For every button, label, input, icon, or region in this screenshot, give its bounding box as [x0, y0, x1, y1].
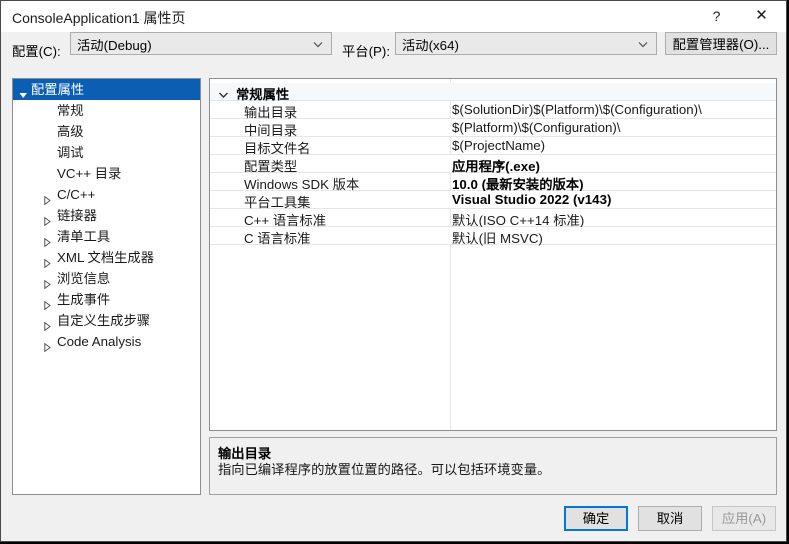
property-row[interactable]: 中间目录 $(Platform)\$(Configuration)\	[210, 119, 776, 138]
tree-item[interactable]: 调试	[13, 142, 200, 163]
property-value[interactable]: $(ProjectName)	[452, 138, 545, 153]
property-row[interactable]: C 语言标准 默认(旧 MSVC)	[210, 227, 776, 247]
tree-item[interactable]: C/C++	[13, 184, 200, 206]
platform-label: 平台(P):	[342, 44, 391, 59]
chevron-down-icon	[312, 37, 324, 49]
platform-combo-value: 活动(x64)	[402, 38, 459, 53]
cancel-button[interactable]: 取消	[638, 506, 702, 531]
help-button[interactable]: ?	[694, 1, 739, 31]
configuration-combo-value: 活动(Debug)	[77, 38, 152, 53]
tree-item[interactable]: 自定义生成步骤	[13, 310, 200, 332]
tree-item-label: 生成事件	[57, 292, 111, 307]
configuration-bar: 配置(C): 活动(Debug) 平台(P): 活动(x64) 配置管理器(O)…	[1, 32, 786, 69]
configuration-label: 配置(C):	[12, 44, 61, 59]
property-row[interactable]: 输出目录 $(SolutionDir)$(Platform)\$(Configur…	[210, 101, 776, 120]
ok-button[interactable]: 确定	[564, 506, 628, 531]
tree-expand-arrow-collapsed-icon[interactable]	[43, 232, 52, 248]
tree-item[interactable]: 配置属性	[13, 79, 200, 100]
tree-expand-arrow-collapsed-icon[interactable]	[43, 295, 52, 311]
tree-item-label: 链接器	[57, 208, 97, 223]
tree-item-label: 浏览信息	[57, 271, 111, 286]
tree-item-label: 高级	[57, 124, 84, 139]
property-row[interactable]: C++ 语言标准 默认(ISO C++14 标准)	[210, 209, 776, 228]
description-title: 输出目录	[218, 446, 272, 461]
page-title: ConsoleApplication1 属性页	[12, 10, 186, 26]
platform-combo[interactable]: 活动(x64)	[395, 32, 657, 55]
configuration-tree[interactable]: 配置属性常规高级调试 VC++ 目录 C/C++ 链接器清单工具 XML 文档生成器 浏览…	[12, 78, 201, 495]
property-row[interactable]: 目标文件名 $(ProjectName)	[210, 137, 776, 156]
tree-item[interactable]: 清单工具	[13, 226, 200, 248]
apply-button[interactable]: 应用(A)	[712, 506, 776, 531]
tree-item-label: 自定义生成步骤	[57, 313, 151, 328]
property-value[interactable]: $(SolutionDir)$(Platform)\$(Configuratio…	[452, 102, 702, 117]
title-bar: ConsoleApplication1 属性页 ? ✕	[1, 1, 786, 32]
property-row[interactable]: 配置类型 应用程序(.exe)	[210, 155, 776, 174]
tree-item[interactable]: 常规	[13, 100, 200, 121]
description-panel: 输出目录 指向已编译程序的放置位置的路径。可以包括环境变量。	[209, 437, 777, 495]
tree-expand-arrow-collapsed-icon[interactable]	[43, 190, 52, 206]
tree-expand-arrow-collapsed-icon[interactable]	[43, 337, 52, 353]
property-grid[interactable]: 常规属性 输出目录 $(SolutionDir)$(Platform)\$(Conf…	[209, 78, 777, 431]
property-name: C 语言标准	[244, 231, 311, 246]
property-value[interactable]: Visual Studio 2022 (v143)	[452, 192, 611, 207]
configuration-manager-button[interactable]: 配置管理器(O)...	[665, 32, 777, 55]
tree-item-label: 清单工具	[57, 229, 111, 244]
tree-expand-arrow-collapsed-icon[interactable]	[43, 274, 52, 290]
tree-expand-arrow-collapsed-icon[interactable]	[43, 211, 52, 227]
close-button[interactable]: ✕	[739, 1, 784, 31]
tree-item-label: VC++ 目录	[57, 166, 122, 181]
configuration-combo[interactable]: 活动(Debug)	[70, 32, 332, 55]
property-row[interactable]: Windows SDK 版本 10.0 (最新安装的版本)	[210, 173, 776, 192]
tree-item[interactable]: 高级	[13, 121, 200, 142]
property-value[interactable]: $(Platform)\$(Configuration)\	[452, 120, 621, 135]
tree-item-label: Code Analysis	[57, 334, 142, 349]
chevron-down-icon	[637, 37, 649, 49]
tree-item[interactable]: 浏览信息	[13, 268, 200, 290]
tree-expand-arrow-collapsed-icon[interactable]	[43, 253, 52, 269]
property-pages-dialog: ConsoleApplication1 属性页 ? ✕ 配置(C): 活动(De…	[0, 0, 787, 542]
tree-item[interactable]: Code Analysis	[13, 331, 200, 353]
tree-item-label: 常规	[57, 103, 84, 118]
tree-item[interactable]: XML 文档生成器	[13, 247, 200, 269]
tree-item-label: C/C++	[57, 187, 96, 202]
property-value[interactable]: 默认(旧 MSVC)	[452, 228, 543, 247]
chevron-down-icon[interactable]	[218, 87, 229, 98]
tree-item-label: 配置属性	[31, 82, 85, 97]
tree-item[interactable]: 链接器	[13, 205, 200, 227]
tree-expand-arrow-expanded-icon[interactable]	[19, 85, 28, 98]
description-text: 指向已编译程序的放置位置的路径。可以包括环境变量。	[218, 462, 551, 477]
tree-item-label: XML 文档生成器	[57, 250, 155, 265]
tree-item[interactable]: VC++ 目录	[13, 163, 200, 184]
property-row[interactable]: 平台工具集 Visual Studio 2022 (v143)	[210, 191, 776, 210]
tree-item-label: 调试	[57, 145, 84, 160]
property-category-row[interactable]: 常规属性	[210, 83, 776, 102]
tree-expand-arrow-collapsed-icon[interactable]	[43, 316, 52, 332]
tree-item[interactable]: 生成事件	[13, 289, 200, 311]
